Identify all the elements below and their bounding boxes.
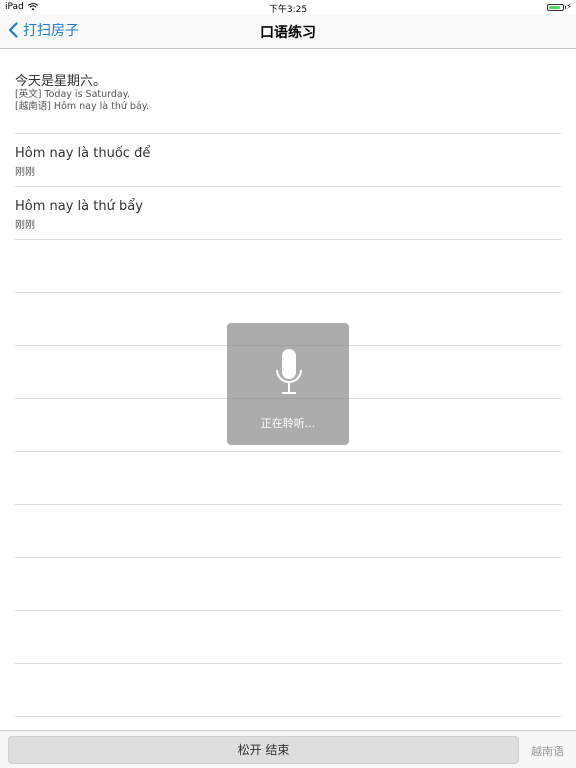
battery-fill — [549, 5, 560, 9]
bottom-bar: 松开 结束 越南语 — [0, 730, 576, 768]
recognized-text: Hôm nay là thuốc để — [15, 146, 151, 161]
status-time: 下午3:25 — [268, 5, 308, 15]
status-right: ⚡ — [547, 3, 572, 11]
empty-row — [15, 240, 561, 293]
listening-label: 正在聆听... — [260, 417, 316, 430]
empty-row — [15, 664, 561, 717]
hold-to-talk-button[interactable]: 松开 结束 — [8, 736, 519, 764]
empty-row — [15, 558, 561, 611]
empty-row — [15, 452, 561, 505]
listening-overlay: 正在聆听... — [227, 323, 349, 445]
list-item[interactable]: Hôm nay là thứ bẩy 刚刚 — [15, 187, 561, 240]
timestamp: 刚刚 — [15, 167, 35, 178]
charging-icon: ⚡ — [566, 2, 572, 11]
navigation-bar: 打扫房子 口语练习 — [0, 15, 576, 49]
empty-row — [15, 505, 561, 558]
page-title: 口语练习 — [260, 25, 316, 41]
vietnamese-translation: [越南语] Hôm nay là thứ bảy. — [15, 101, 150, 112]
battery-icon — [547, 3, 567, 11]
empty-row — [15, 611, 561, 664]
timestamp: 刚刚 — [15, 220, 35, 231]
recognized-text: Hôm nay là thứ bẩy — [15, 199, 143, 214]
language-button[interactable]: 越南语 — [531, 743, 564, 759]
microphone-icon — [276, 349, 302, 394]
status-bar: iPad 下午3:25 ⚡ — [0, 0, 576, 15]
list-item[interactable]: Hôm nay là thuốc để 刚刚 — [15, 134, 561, 187]
list-item[interactable]: 今天是星期六。 [英文] Today is Saturday. [越南语] Hô… — [15, 49, 561, 134]
